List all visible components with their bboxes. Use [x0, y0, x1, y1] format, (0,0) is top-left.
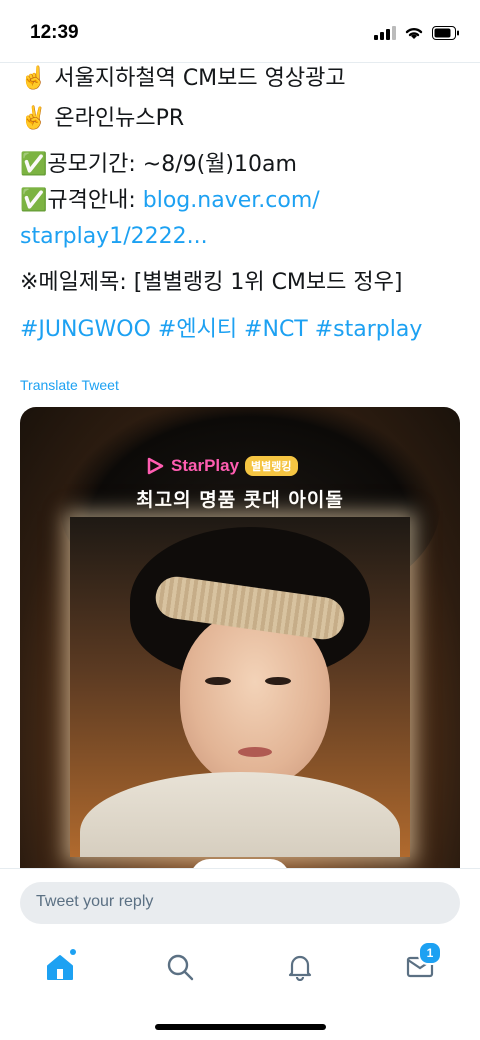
translate-tweet-link[interactable]: Translate Tweet: [20, 377, 119, 393]
clock: 12:39: [30, 22, 79, 43]
hashtag-line[interactable]: #JUNGWOO #엔시티 #NCT #starplay: [20, 315, 422, 345]
tweet-line: ※메일제목: [별별랭킹 1위 CM보드 정우]: [20, 270, 403, 295]
bell-icon: [288, 955, 312, 981]
photo-jacket: [80, 772, 400, 857]
photo-mouth: [238, 747, 272, 757]
home-notification-dot: [70, 949, 76, 955]
tweet-media-image[interactable]: StarPlay 별별랭킹 최고의 명품 콧대 아이돌: [20, 407, 460, 887]
spec-link[interactable]: blog.naver.com/: [143, 188, 320, 213]
status-bar: 12:39: [0, 0, 480, 62]
tab-home[interactable]: [40, 947, 80, 987]
home-icon: [47, 955, 73, 980]
photo-eye-left: [205, 677, 231, 685]
search-icon: [167, 954, 194, 981]
spec-link-cont[interactable]: starplay1/2222...: [20, 222, 208, 252]
tab-notifications[interactable]: [280, 947, 320, 987]
tweet-line: ✅공모기간: ~8/9(월)10am: [20, 152, 297, 177]
starplay-logo: StarPlay 별별랭킹: [145, 455, 298, 477]
battery-icon: [432, 26, 459, 40]
photo-eye-right: [265, 677, 291, 685]
wifi-icon: [405, 27, 423, 39]
messages-badge: 1: [418, 941, 442, 965]
tab-messages[interactable]: 1: [400, 941, 442, 987]
tweet-line: ✌️ 온라인뉴스PR: [20, 106, 185, 131]
bottom-area: Tweet your reply 1: [0, 868, 480, 1040]
media-headline: 최고의 명품 콧대 아이돌: [136, 489, 344, 511]
photo-face: [180, 612, 330, 787]
reply-input[interactable]: Tweet your reply: [20, 882, 460, 924]
idol-photo: [70, 517, 410, 857]
header-divider: [0, 62, 480, 63]
signal-icon: [374, 26, 396, 40]
play-logo-icon: [147, 457, 164, 475]
status-icons: [374, 24, 460, 42]
brand-name: StarPlay: [171, 456, 240, 475]
tweet-line: ☝️ 서울지하철역 CM보드 영상광고: [20, 66, 346, 91]
reply-placeholder: Tweet your reply: [36, 893, 154, 910]
tab-search[interactable]: [160, 947, 200, 987]
rank-badge: 별별랭킹: [245, 456, 298, 476]
tweet-line-spec: ✅규격안내: blog.naver.com/: [20, 186, 320, 216]
spec-label: ✅규격안내:: [20, 188, 143, 213]
home-indicator[interactable]: [155, 1024, 326, 1030]
